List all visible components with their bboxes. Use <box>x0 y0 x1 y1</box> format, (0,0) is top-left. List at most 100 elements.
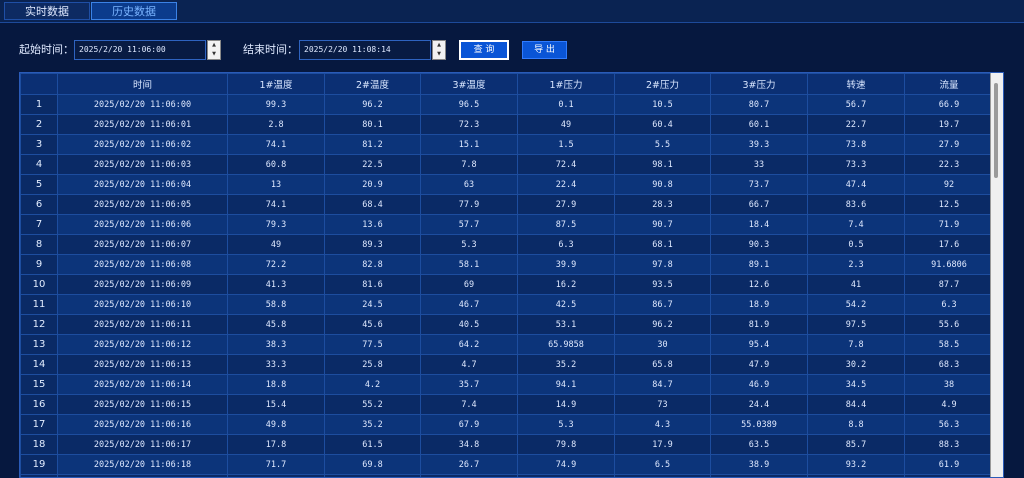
table-cell[interactable]: 2025/02/20 11:06:05 <box>57 194 228 215</box>
spin-up-icon[interactable]: ▲ <box>437 43 441 48</box>
column-header[interactable]: 时间 <box>57 73 228 95</box>
table-cell[interactable]: 6.3 <box>517 234 615 255</box>
spin-down-icon[interactable]: ▼ <box>212 52 216 57</box>
table-cell[interactable]: 58.1 <box>420 254 518 275</box>
table-cell[interactable]: 86.7 <box>614 294 711 315</box>
table-cell[interactable]: 57.7 <box>420 214 518 235</box>
table-cell[interactable]: 2025/02/20 11:06:04 <box>57 174 228 195</box>
table-cell[interactable]: 69 <box>420 274 518 295</box>
table-cell[interactable]: 34.5 <box>807 374 905 395</box>
table-cell[interactable]: 49 <box>517 114 615 135</box>
table-cell[interactable]: 12.6 <box>710 274 808 295</box>
table-cell[interactable]: 2025/02/20 11:06:07 <box>57 234 228 255</box>
table-cell[interactable]: 2025/02/20 11:06:11 <box>57 314 228 335</box>
table-cell[interactable]: 55.0389 <box>710 414 808 435</box>
table-cell[interactable]: 93.2 <box>807 454 905 475</box>
table-cell[interactable]: 79.3 <box>227 214 325 235</box>
table-cell[interactable]: 81.2 <box>324 134 421 155</box>
end-time-spinner[interactable]: ▲ ▼ <box>432 40 446 60</box>
table-row[interactable]: 1 2025/02/20 11:06:00 99.3 96.2 96.5 0.1 10.5 8… <box>20 94 994 115</box>
table-cell[interactable]: 96.2 <box>614 314 711 335</box>
table-cell[interactable]: 22.3 <box>904 154 994 175</box>
table-cell[interactable]: 77.5 <box>324 334 421 355</box>
table-row[interactable]: 3 2025/02/20 11:06:02 74.1 81.2 15.1 1.5 5.5 39… <box>20 134 994 155</box>
table-cell[interactable]: 6.3 <box>904 294 994 315</box>
table-row[interactable]: 19 2025/02/20 11:06:18 71.7 69.8 26.7 74.9 6.5… <box>20 454 994 475</box>
table-cell[interactable]: 22.4 <box>517 174 615 195</box>
end-time-input[interactable]: 2025/2/20 11:08:14 <box>299 40 431 60</box>
table-cell[interactable]: 34.8 <box>420 434 518 455</box>
table-cell[interactable]: 60.8 <box>227 154 325 175</box>
table-cell[interactable]: 15.4 <box>227 394 325 415</box>
table-cell[interactable]: 46.9 <box>710 374 808 395</box>
table-row[interactable]: 7 2025/02/20 11:06:06 79.3 13.6 57.7 87.5 90.7… <box>20 214 994 235</box>
table-cell[interactable]: 93.5 <box>614 274 711 295</box>
table-cell[interactable]: 14.9 <box>517 394 615 415</box>
table-cell[interactable]: 10.5 <box>614 94 711 115</box>
table-cell[interactable]: 83.6 <box>807 194 905 215</box>
spin-up-icon[interactable]: ▲ <box>212 43 216 48</box>
table-cell[interactable]: 42.5 <box>517 294 615 315</box>
table-cell[interactable]: 81.9 <box>710 314 808 335</box>
table-cell[interactable]: 35.7 <box>420 374 518 395</box>
column-header[interactable]: 3#温度 <box>420 73 518 95</box>
table-row[interactable]: 16 2025/02/20 11:06:15 15.4 55.2 7.4 14.9 73 24… <box>20 394 994 415</box>
table-cell[interactable]: 2.3 <box>807 254 905 275</box>
table-cell[interactable]: 79.8 <box>517 434 615 455</box>
table-cell[interactable]: 64.2 <box>420 334 518 355</box>
table-row[interactable]: 6 2025/02/20 11:06:05 74.1 68.4 77.9 27.9 28.3… <box>20 194 994 215</box>
table-cell[interactable]: 15.1 <box>420 134 518 155</box>
table-cell[interactable]: 45.6 <box>324 314 421 335</box>
table-cell[interactable]: 74.1 <box>227 194 325 215</box>
table-cell[interactable]: 7.4 <box>807 214 905 235</box>
table-cell[interactable]: 63.5 <box>710 434 808 455</box>
table-cell[interactable]: 91.6806 <box>904 254 994 275</box>
table-cell[interactable]: 92 <box>904 174 994 195</box>
table-cell[interactable]: 90.8 <box>614 174 711 195</box>
table-cell[interactable]: 33.3 <box>227 354 325 375</box>
table-cell[interactable]: 2025/02/20 11:06:08 <box>57 254 228 275</box>
table-cell[interactable]: 7.1 <box>710 474 808 477</box>
table-cell[interactable]: 73 <box>614 394 711 415</box>
table-row[interactable]: 10 2025/02/20 11:06:09 41.3 81.6 69 16.2 93.5 1… <box>20 274 994 295</box>
table-cell[interactable]: 23.6 <box>807 474 905 477</box>
table-cell[interactable]: 4.7 <box>420 354 518 375</box>
table-cell[interactable]: 87.5 <box>517 214 615 235</box>
table-cell[interactable]: 17.6 <box>904 234 994 255</box>
table-cell[interactable]: 66.7 <box>710 194 808 215</box>
table-cell[interactable]: 2.8 <box>227 114 325 135</box>
table-cell[interactable]: 2025/02/20 11:06:12 <box>57 334 228 355</box>
table-cell[interactable]: 73.7 <box>710 174 808 195</box>
table-cell[interactable]: 85.7 <box>807 434 905 455</box>
table-cell[interactable]: 58.8 <box>227 294 325 315</box>
tab-history[interactable]: 历史数据 <box>91 2 177 20</box>
table-cell[interactable]: 68.4 <box>324 194 421 215</box>
table-cell[interactable]: 90.3 <box>710 234 808 255</box>
table-cell[interactable]: 41.3 <box>227 274 325 295</box>
table-cell[interactable]: 90.7 <box>614 214 711 235</box>
table-cell[interactable]: 72.3 <box>420 114 518 135</box>
table-cell[interactable]: 68.1 <box>324 474 421 477</box>
table-cell[interactable]: 69.8 <box>324 454 421 475</box>
table-cell[interactable]: 49 <box>227 234 325 255</box>
table-cell[interactable]: 38.9 <box>710 454 808 475</box>
column-header[interactable]: 流量 <box>904 73 994 95</box>
table-cell[interactable]: 49.8 <box>227 414 325 435</box>
column-header[interactable]: 1#压力 <box>517 73 615 95</box>
table-cell[interactable]: 41 <box>807 274 905 295</box>
vertical-scrollbar[interactable] <box>990 73 1003 477</box>
table-row[interactable]: 11 2025/02/20 11:06:10 58.8 24.5 46.7 42.5 86.… <box>20 294 994 315</box>
table-cell[interactable]: 2025/02/20 11:06:19 <box>57 474 228 477</box>
table-cell[interactable]: 89.1 <box>710 254 808 275</box>
table-cell[interactable]: 16.2 <box>517 274 615 295</box>
table-cell[interactable]: 2025/02/20 11:06:18 <box>57 454 228 475</box>
table-cell[interactable]: 84.7 <box>614 374 711 395</box>
table-cell[interactable]: 81.6 <box>324 274 421 295</box>
table-cell[interactable]: 84.4 <box>807 394 905 415</box>
table-cell[interactable]: 54.2 <box>807 294 905 315</box>
table-cell[interactable]: 61.9668 <box>517 474 615 477</box>
table-cell[interactable]: 82.8 <box>324 254 421 275</box>
table-cell[interactable]: 24.5 <box>324 294 421 315</box>
table-cell[interactable]: 65.9858 <box>517 334 615 355</box>
table-cell[interactable]: 77.9 <box>420 194 518 215</box>
